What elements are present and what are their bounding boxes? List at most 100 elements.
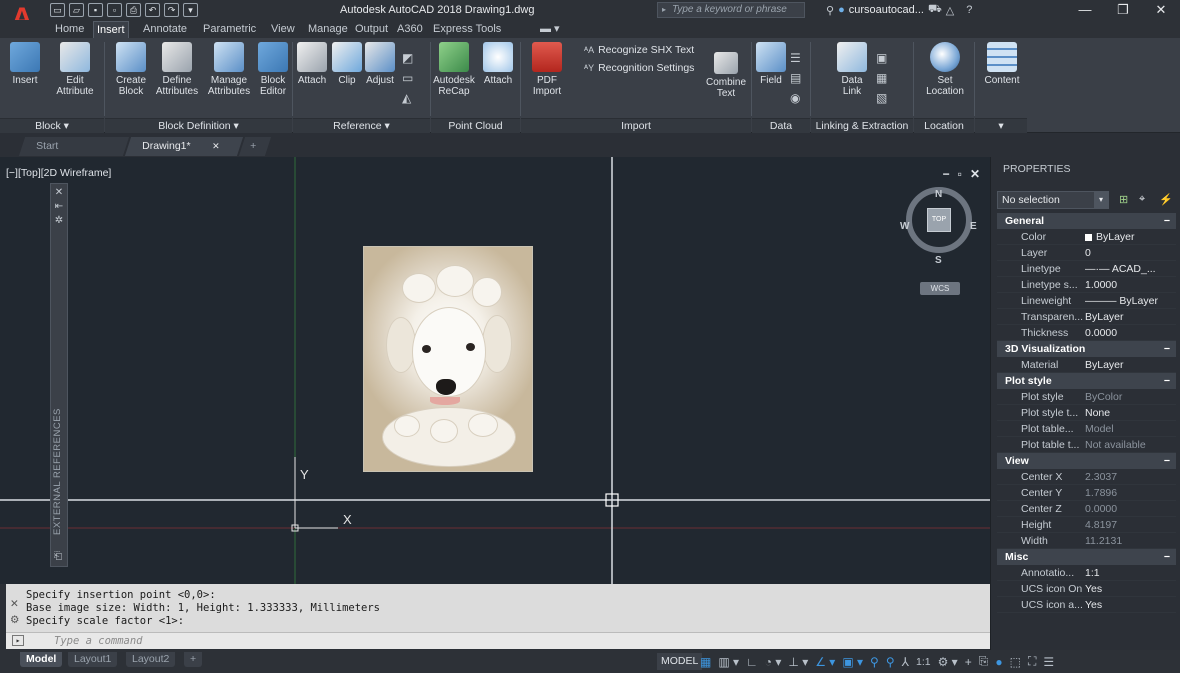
property-value[interactable]: ——— ByLayer	[1085, 293, 1177, 309]
viewport-minimize-button[interactable]: −	[943, 167, 950, 181]
customization-menu-icon[interactable]: ☰	[1043, 655, 1054, 669]
set-location-button[interactable]: Set Location	[922, 42, 968, 97]
tab-express-tools[interactable]: Express Tools	[430, 21, 504, 38]
tab-annotate[interactable]: Annotate	[140, 21, 190, 38]
tab-start[interactable]: Start	[18, 137, 130, 156]
property-row[interactable]: Layer 0	[997, 245, 1176, 261]
property-value[interactable]: Model	[1085, 421, 1177, 437]
linking-tools-icon[interactable]: ▣ ▦ ▧	[876, 48, 887, 108]
quick-select-icon[interactable]: ⚡	[1159, 193, 1173, 206]
data-tools-icon[interactable]: ☰ ▤ ◉	[790, 48, 801, 108]
annotation-scale-icon[interactable]: ⅄	[902, 655, 909, 669]
grid-icon[interactable]: ▦	[700, 655, 711, 669]
close-tab-icon[interactable]: ✕	[213, 137, 221, 155]
new-layout-button[interactable]: +	[184, 652, 203, 667]
compass-east[interactable]: E	[970, 221, 977, 232]
linking-extraction-panel-label[interactable]: Linking & Extraction	[811, 118, 913, 133]
property-row[interactable]: Width 11.2131	[997, 533, 1176, 549]
content-button[interactable]: Content	[980, 42, 1024, 86]
tab-manage[interactable]: Manage	[305, 21, 351, 38]
block-definition-panel-label[interactable]: Block Definition ▾	[105, 118, 292, 133]
property-row[interactable]: Annotatio... 1:1	[997, 565, 1176, 581]
property-row[interactable]: UCS icon a... Yes	[997, 597, 1176, 613]
property-row[interactable]: Thickness 0.0000	[997, 325, 1176, 341]
property-row[interactable]: Height 4.8197	[997, 517, 1176, 533]
properties-section-header[interactable]: Misc −	[997, 549, 1176, 565]
viewport-close-button[interactable]: ✕	[970, 167, 980, 181]
user-area[interactable]: ⚲ ● cursoautocad... ⛟ △ ?	[826, 3, 972, 17]
command-close-icon[interactable]: ✕	[10, 598, 19, 611]
property-value[interactable]: Yes	[1085, 597, 1177, 613]
raster-image-dog[interactable]	[363, 246, 533, 472]
attach-button[interactable]: Attach	[294, 42, 330, 86]
viewcube-top-face[interactable]: TOP	[927, 208, 951, 232]
save-icon[interactable]: ▪	[88, 3, 103, 17]
tab-insert[interactable]: Insert	[93, 21, 129, 38]
a360-icon[interactable]: △	[946, 4, 954, 17]
open-file-icon[interactable]: ▱	[69, 3, 84, 17]
cart-icon[interactable]: ⛟	[928, 3, 942, 17]
properties-section-header[interactable]: General −	[997, 213, 1176, 229]
tab-a360[interactable]: A360	[394, 21, 426, 38]
data-panel-label[interactable]: Data	[752, 118, 810, 133]
ribbon-options-icon[interactable]: ▬ ▾	[537, 21, 563, 38]
point-cloud-panel-label[interactable]: Point Cloud	[431, 118, 520, 133]
collapse-icon[interactable]: −	[1164, 213, 1170, 229]
polar-icon[interactable]: ◔ ▾	[765, 655, 782, 669]
palette-attach-icon[interactable]: ⎗	[54, 551, 62, 562]
property-row[interactable]: Plot table... Model	[997, 421, 1176, 437]
edit-attribute-button[interactable]: Edit Attribute	[50, 42, 100, 97]
property-value[interactable]: 4.8197	[1085, 517, 1177, 533]
properties-section-header[interactable]: Plot style −	[997, 373, 1176, 389]
property-value[interactable]: 0.0000	[1085, 501, 1177, 517]
snap-icon[interactable]: ▥ ▾	[718, 655, 739, 669]
annotation-scale-value[interactable]: 1:1	[916, 656, 931, 668]
palette-close-icon[interactable]: ✕	[51, 187, 67, 198]
property-value[interactable]: 0	[1085, 245, 1177, 261]
collapse-icon[interactable]: −	[1164, 373, 1170, 389]
tab-view[interactable]: View	[268, 21, 298, 38]
import-panel-label[interactable]: Import	[521, 118, 751, 133]
property-value[interactable]: ByLayer	[1085, 309, 1177, 325]
command-prompt-icon[interactable]: ▸	[12, 635, 24, 646]
property-value[interactable]: 1:1	[1085, 565, 1177, 581]
binoculars-icon[interactable]: ⚲	[826, 4, 834, 17]
palette-properties-icon[interactable]: ✲	[51, 215, 67, 226]
define-attributes-button[interactable]: Define Attributes	[152, 42, 202, 97]
restore-button[interactable]: ❐	[1104, 0, 1142, 20]
viewport-controls[interactable]: [−][Top][2D Wireframe]	[6, 167, 111, 179]
hardware-acceleration-icon[interactable]: ⬚	[1010, 655, 1021, 669]
property-row[interactable]: Transparen... ByLayer	[997, 309, 1176, 325]
property-value[interactable]: 2.3037	[1085, 469, 1177, 485]
property-value[interactable]: —·— ACAD_...	[1085, 261, 1177, 277]
properties-section-header[interactable]: 3D Visualization −	[997, 341, 1176, 357]
property-row[interactable]: Linetype s... 1.0000	[997, 277, 1176, 293]
manage-attributes-button[interactable]: Manage Attributes	[204, 42, 254, 97]
layout-tab-layout1[interactable]: Layout1	[68, 652, 118, 667]
property-value[interactable]: 0.0000	[1085, 325, 1177, 341]
property-value[interactable]: 11.2131	[1085, 533, 1177, 549]
autodesk-recap-button[interactable]: Autodesk ReCap	[432, 42, 476, 97]
reference-panel-label[interactable]: Reference ▾	[293, 118, 430, 133]
property-value[interactable]: ByLayer	[1085, 357, 1177, 373]
content-panel-label[interactable]: ▾	[975, 118, 1027, 133]
collapse-icon[interactable]: −	[1164, 341, 1170, 357]
property-row[interactable]: Center Z 0.0000	[997, 501, 1176, 517]
tab-drawing1[interactable]: Drawing1* ✕	[124, 137, 244, 156]
property-row[interactable]: Linetype —·— ACAD_...	[997, 261, 1176, 277]
selection-dropdown[interactable]: No selection ▾	[997, 191, 1109, 209]
property-value[interactable]: ByColor	[1085, 389, 1177, 405]
tab-home[interactable]: Home	[52, 21, 87, 38]
clip-button[interactable]: Clip	[332, 42, 362, 86]
annomonitor-icon[interactable]: +	[965, 655, 972, 669]
object-snap-tracking-icon[interactable]: ∠ ▾	[815, 655, 835, 669]
property-row[interactable]: Plot style ByColor	[997, 389, 1176, 405]
property-value[interactable]: None	[1085, 405, 1177, 421]
property-value[interactable]: 1.7896	[1085, 485, 1177, 501]
toggle-pickadd-icon[interactable]: ⊞	[1119, 193, 1128, 206]
recognition-settings-button[interactable]: ᴬY Recognition Settings	[584, 62, 694, 74]
property-row[interactable]: Material ByLayer	[997, 357, 1176, 373]
property-row[interactable]: UCS icon On Yes	[997, 581, 1176, 597]
property-row[interactable]: Color ByLayer	[997, 229, 1176, 245]
tab-parametric[interactable]: Parametric	[200, 21, 259, 38]
